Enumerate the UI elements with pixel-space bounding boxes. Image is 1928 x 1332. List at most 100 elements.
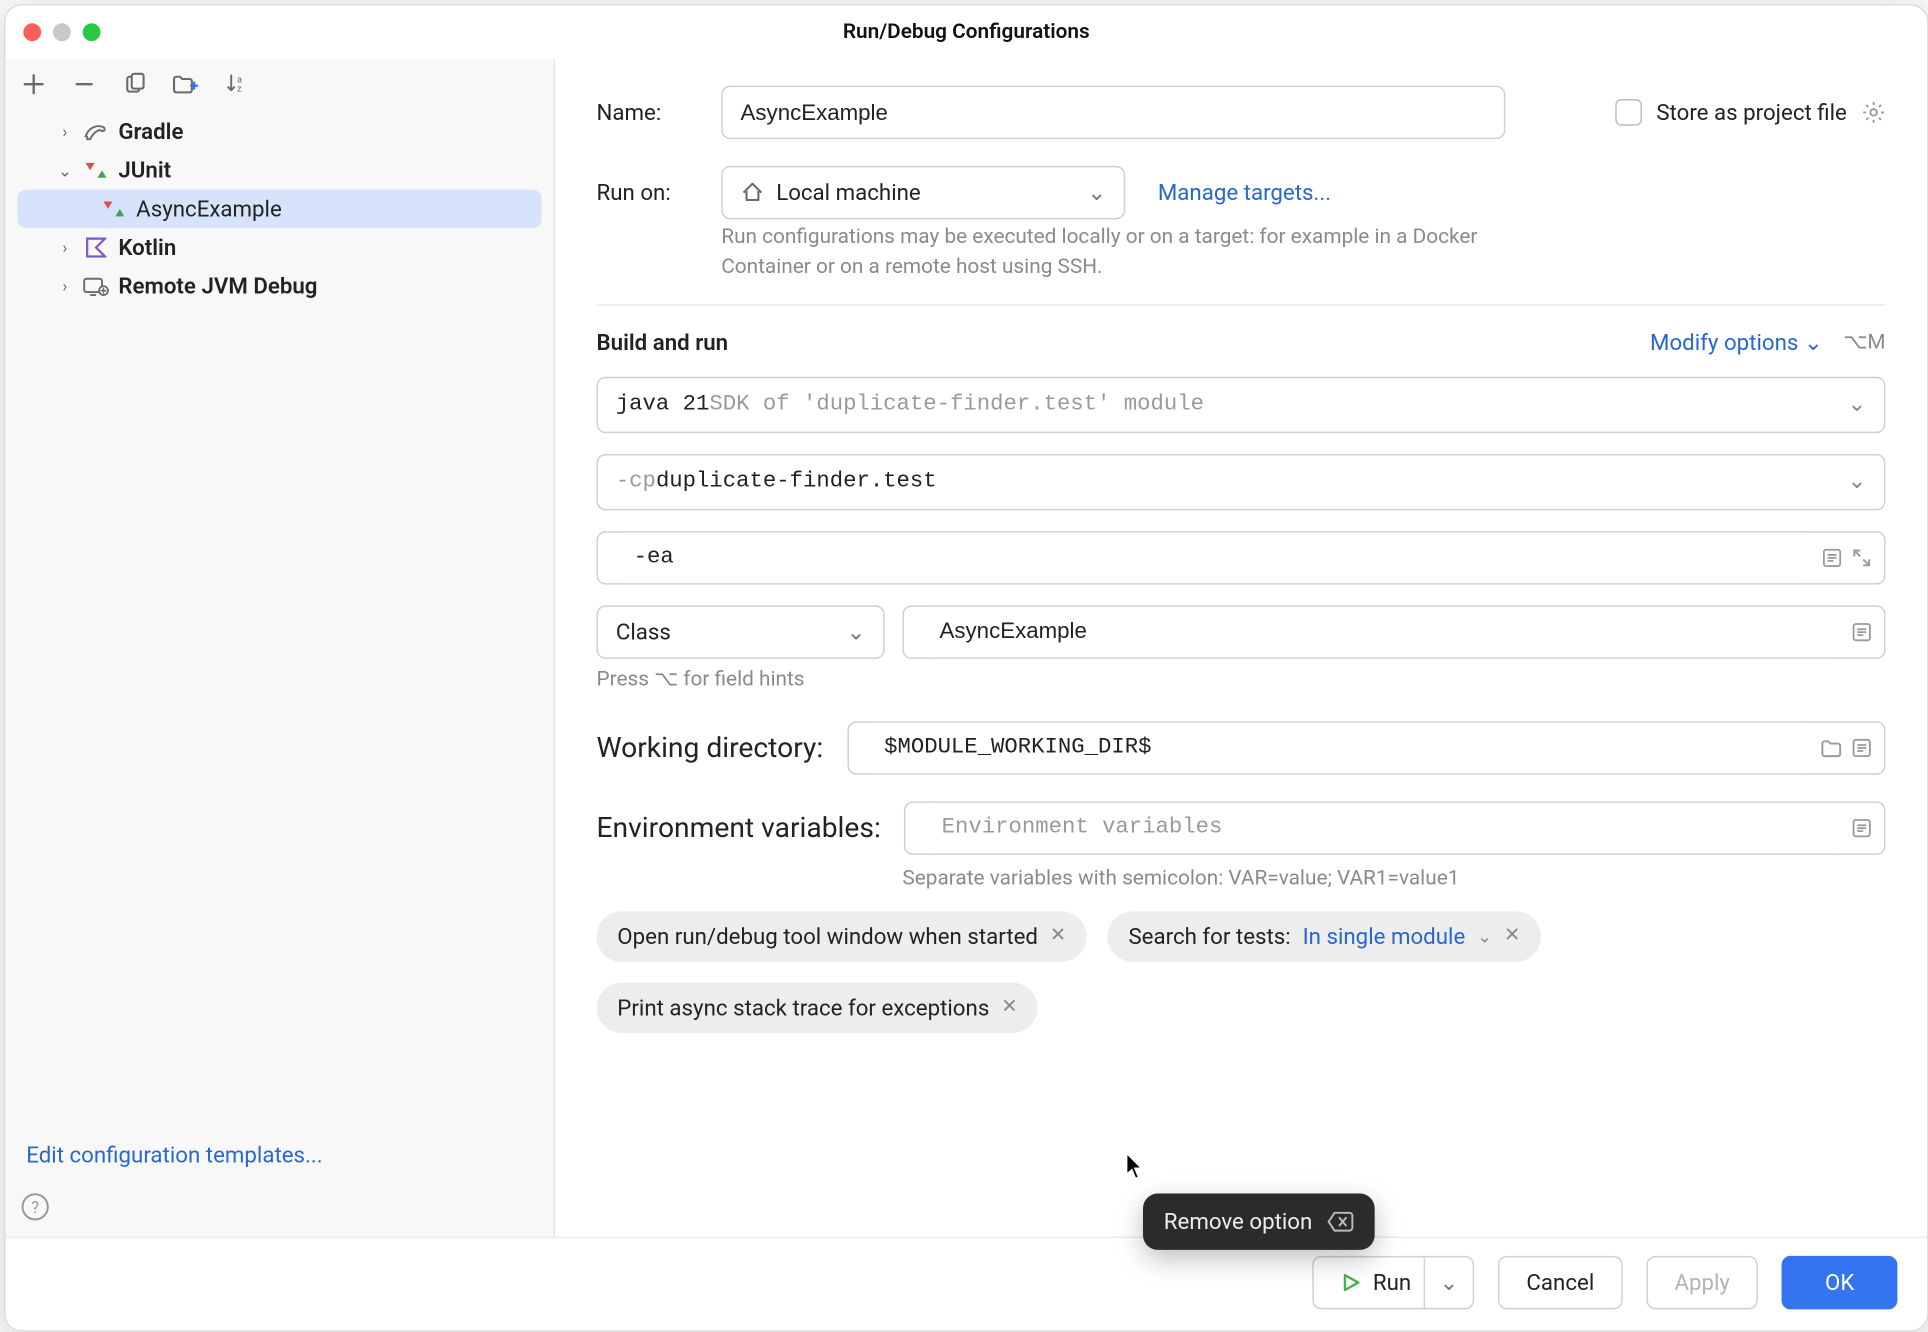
sort-icon[interactable]: az <box>222 71 249 98</box>
dialog-footer: Run ⌄ Cancel Apply OK <box>5 1237 1927 1331</box>
sdk-name: java 21 <box>616 392 710 417</box>
kotlin-icon <box>83 234 110 261</box>
store-as-project-label: Store as project file <box>1656 99 1847 126</box>
add-config-icon[interactable] <box>20 71 47 98</box>
working-dir-input[interactable] <box>866 722 1811 772</box>
env-hint: Separate variables with semicolon: VAR=v… <box>902 866 1885 890</box>
runon-label: Run on: <box>597 179 689 206</box>
close-icon[interactable]: ✕ <box>1504 925 1520 947</box>
tree-node-async-example[interactable]: AsyncExample <box>17 190 541 229</box>
working-dir-label: Working directory: <box>597 730 824 764</box>
backspace-icon <box>1327 1211 1354 1232</box>
fullscreen-icon[interactable] <box>1851 547 1872 568</box>
name-label: Name: <box>597 99 689 126</box>
dialog-window: Run/Debug Configurations az › Gradle ⌄ <box>4 4 1928 1332</box>
tree-node-remote-jvm[interactable]: › Remote JVM Debug <box>17 267 541 306</box>
tree-label: Kotlin <box>118 234 176 261</box>
build-run-title: Build and run <box>597 329 729 356</box>
chip-label: Print async stack trace for exceptions <box>617 994 989 1021</box>
chevron-right-icon: › <box>56 122 74 141</box>
remote-debug-icon <box>83 273 110 300</box>
cancel-label: Cancel <box>1526 1269 1594 1296</box>
chevron-down-icon: ⌄ <box>1804 329 1823 356</box>
classpath-select[interactable]: -cp duplicate-finder.test ⌄ <box>597 453 1886 509</box>
tree-node-gradle[interactable]: › Gradle <box>17 112 541 151</box>
name-input[interactable] <box>721 86 1505 139</box>
env-label: Environment variables: <box>597 810 881 844</box>
runon-hint: Run configurations may be executed local… <box>721 222 1493 282</box>
runon-select[interactable]: Local machine ⌄ <box>721 166 1125 219</box>
chip-print-async-trace[interactable]: Print async stack trace for exceptions ✕ <box>597 982 1039 1032</box>
test-kind-select[interactable]: Class ⌄ <box>597 605 885 658</box>
titlebar: Run/Debug Configurations <box>5 5 1927 58</box>
option-chips: Open run/debug tool window when started … <box>597 911 1886 1033</box>
tree-label: Gradle <box>118 118 183 145</box>
browse-folder-icon[interactable] <box>1820 737 1842 758</box>
chevron-right-icon: › <box>56 276 74 295</box>
chevron-down-icon: ⌄ <box>1848 467 1867 495</box>
sidebar: az › Gradle ⌄ JUnit AsyncExample <box>5 59 554 1237</box>
ok-label: OK <box>1825 1269 1854 1296</box>
store-as-project-checkbox[interactable] <box>1615 99 1642 126</box>
chevron-down-icon: ⌄ <box>1848 390 1867 418</box>
modify-options-shortcut: ⌥M <box>1843 330 1885 354</box>
close-icon[interactable]: ✕ <box>1050 925 1066 947</box>
tooltip-text: Remove option <box>1164 1208 1313 1235</box>
chevron-down-icon: ⌄ <box>847 618 866 645</box>
env-input[interactable] <box>924 802 1843 852</box>
expand-editor-icon[interactable] <box>1822 547 1843 568</box>
junit-icon <box>83 157 110 184</box>
main-panel: Name: Store as project file Run on: Loca… <box>555 59 1927 1237</box>
test-kind-value: Class <box>616 618 671 645</box>
copy-config-icon[interactable] <box>121 71 148 98</box>
junit-icon <box>101 196 128 223</box>
apply-button: Apply <box>1646 1256 1758 1309</box>
modify-options-label: Modify options <box>1650 329 1798 356</box>
tree-node-junit[interactable]: ⌄ JUnit <box>17 151 541 190</box>
ok-button[interactable]: OK <box>1782 1256 1897 1309</box>
remove-config-icon[interactable] <box>71 71 98 98</box>
chevron-down-icon: ⌄ <box>1477 926 1492 947</box>
manage-targets-link[interactable]: Manage targets... <box>1158 179 1331 206</box>
run-label: Run <box>1373 1269 1411 1296</box>
close-icon[interactable]: ✕ <box>1001 996 1017 1018</box>
cp-module: duplicate-finder.test <box>656 469 937 494</box>
help-icon[interactable]: ? <box>5 1183 553 1236</box>
modify-options-link[interactable]: Modify options ⌄ <box>1650 329 1823 356</box>
expand-editor-icon[interactable] <box>1851 737 1872 758</box>
edit-templates-link[interactable]: Edit configuration templates... <box>5 1127 553 1183</box>
gear-icon[interactable] <box>1862 101 1886 125</box>
sidebar-toolbar: az <box>5 65 553 110</box>
jdk-select[interactable]: java 21 SDK of 'duplicate-finder.test' m… <box>597 376 1886 432</box>
chip-value[interactable]: In single module <box>1303 923 1466 950</box>
svg-text:z: z <box>237 85 242 95</box>
gradle-icon <box>83 118 110 145</box>
expand-editor-icon[interactable] <box>1851 621 1872 642</box>
remove-option-tooltip: Remove option <box>1143 1193 1375 1249</box>
chip-search-tests[interactable]: Search for tests: In single module ⌄ ✕ <box>1108 911 1541 961</box>
runon-value: Local machine <box>776 179 921 206</box>
play-icon <box>1340 1272 1361 1293</box>
home-icon <box>741 181 765 205</box>
chevron-right-icon: › <box>56 238 74 257</box>
run-button[interactable]: Run ⌄ <box>1312 1256 1474 1309</box>
chip-label: Open run/debug tool window when started <box>617 923 1038 950</box>
tree-label: Remote JVM Debug <box>118 273 317 300</box>
cp-flag: -cp <box>616 469 656 494</box>
expand-editor-icon[interactable] <box>1851 817 1872 838</box>
tree-node-kotlin[interactable]: › Kotlin <box>17 228 541 267</box>
tree-label: AsyncExample <box>136 196 282 223</box>
svg-text:?: ? <box>31 1198 39 1217</box>
vm-options-input[interactable] <box>616 532 1813 582</box>
chevron-down-icon: ⌄ <box>56 161 74 180</box>
folder-add-icon[interactable] <box>172 71 199 98</box>
config-tree: › Gradle ⌄ JUnit AsyncExample › Kotlin <box>5 109 553 1126</box>
chip-open-tool-window[interactable]: Open run/debug tool window when started … <box>597 911 1087 961</box>
field-hint: Press ⌥ for field hints <box>597 667 1886 691</box>
cancel-button[interactable]: Cancel <box>1498 1256 1622 1309</box>
sdk-module: SDK of 'duplicate-finder.test' module <box>709 392 1204 417</box>
dialog-title: Run/Debug Configurations <box>5 20 1927 44</box>
apply-label: Apply <box>1674 1269 1730 1296</box>
class-input[interactable] <box>922 606 1843 656</box>
chevron-down-icon[interactable]: ⌄ <box>1423 1257 1473 1307</box>
